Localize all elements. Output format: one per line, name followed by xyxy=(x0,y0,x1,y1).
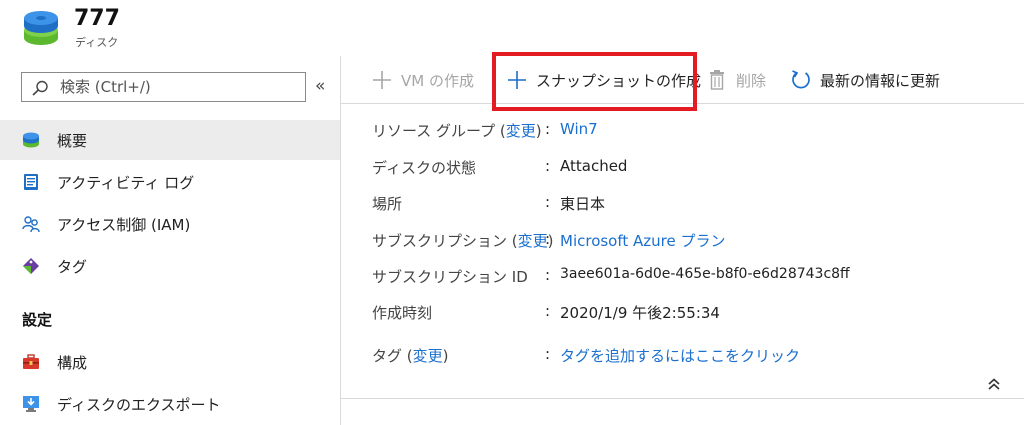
chevron-double-up-icon[interactable] xyxy=(986,376,1002,392)
command-bar: VM の作成 スナップショットの作成 削除 最新の情報に更新 xyxy=(341,56,1024,104)
resource-group-value-link[interactable]: Win7 xyxy=(560,120,598,138)
subscription-change-link[interactable]: 変更 xyxy=(518,232,548,250)
sidebar-item-tags[interactable]: タグ xyxy=(0,246,340,286)
subscription-value-link[interactable]: Microsoft Azure プラン xyxy=(560,230,726,251)
disk-icon xyxy=(23,132,39,148)
panel-divider xyxy=(340,56,341,425)
section-title-settings: 設定 xyxy=(22,311,53,329)
disk-state-label: ディスクの状態 xyxy=(372,159,476,177)
created-time-label: 作成時刻 xyxy=(372,304,433,322)
tags-label: タグ (変更) xyxy=(372,347,449,365)
refresh-icon xyxy=(792,70,810,89)
sidebar-item-disk-export[interactable]: ディスクのエクスポート xyxy=(0,384,340,424)
create-vm-button[interactable]: VM の作成 xyxy=(371,56,474,104)
sidebar-item-activity-log[interactable]: アクティビティ ログ xyxy=(0,162,340,202)
people-icon xyxy=(22,216,40,233)
page-subtitle: ディスク xyxy=(75,36,119,49)
page-title: 777 xyxy=(74,6,120,31)
toolbox-icon xyxy=(23,354,39,369)
disk-state-value: Attached xyxy=(560,157,628,175)
create-vm-label: VM の作成 xyxy=(401,71,474,90)
search-input[interactable] xyxy=(60,77,300,97)
add-tags-link[interactable]: タグを追加するにはここをクリック xyxy=(560,345,800,366)
tags-change-link[interactable]: 変更 xyxy=(413,347,443,365)
created-time-value: 2020/1/9 午後2:55:34 xyxy=(560,304,720,322)
delete-label: 削除 xyxy=(736,71,767,90)
search-box[interactable] xyxy=(21,72,306,102)
disk-icon xyxy=(24,11,58,45)
location-label: 場所 xyxy=(372,195,403,213)
create-snapshot-label: スナップショットの作成 xyxy=(536,71,702,90)
sidebar-item-label: アクセス制御 (IAM) xyxy=(57,215,191,234)
search-icon xyxy=(32,80,48,96)
resource-group-change-link[interactable]: 変更 xyxy=(506,122,536,140)
sidebar-item-label: アクティビティ ログ xyxy=(57,173,195,192)
subscription-id-value: 3aee601a-6d0e-465e-b8f0-e6d28743c8ff xyxy=(560,266,850,282)
trash-icon xyxy=(710,70,724,90)
delete-button[interactable]: 削除 xyxy=(706,56,766,104)
create-snapshot-button[interactable]: スナップショットの作成 xyxy=(506,56,701,104)
refresh-label: 最新の情報に更新 xyxy=(820,71,941,90)
plus-icon xyxy=(508,71,526,89)
resource-header: 777 ディスク xyxy=(0,0,1024,56)
sidebar-item-label: ディスクのエクスポート xyxy=(57,395,221,414)
collapse-menu-button[interactable]: « xyxy=(315,76,325,96)
subscription-label: サブスクリプション (変更) xyxy=(372,232,554,250)
sidebar-item-label: 概要 xyxy=(57,131,88,150)
plus-icon xyxy=(373,71,391,89)
export-monitor-icon xyxy=(23,396,39,412)
sidebar-item-configuration[interactable]: 構成 xyxy=(0,342,340,382)
tag-icon xyxy=(23,258,39,274)
essentials-divider xyxy=(341,398,1024,399)
refresh-button[interactable]: 最新の情報に更新 xyxy=(790,56,940,104)
sidebar-item-label: 構成 xyxy=(57,353,88,372)
resource-group-label: リソース グループ (変更) xyxy=(372,122,542,140)
subscription-id-label: サブスクリプション ID xyxy=(372,268,528,286)
activity-log-icon xyxy=(24,174,38,190)
sidebar-item-iam[interactable]: アクセス制御 (IAM) xyxy=(0,204,340,244)
location-value: 東日本 xyxy=(560,195,606,213)
sidebar-item-label: タグ xyxy=(57,257,88,276)
sidebar-item-overview[interactable]: 概要 xyxy=(0,120,340,160)
